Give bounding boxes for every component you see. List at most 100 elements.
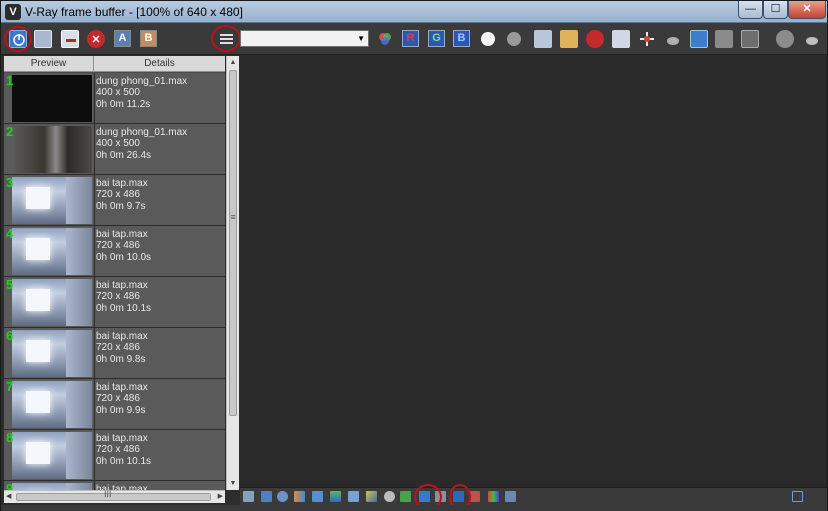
- history-item[interactable]: 5 bai tap.max 720 x 486 0h 0m 10.1s: [4, 277, 225, 328]
- history-item-render-time: 0h 0m 9.8s: [96, 353, 146, 365]
- highlight-circle: [211, 25, 241, 52]
- history-item-number: 6: [6, 328, 14, 343]
- color-channels-icon[interactable]: [376, 30, 394, 48]
- history-item[interactable]: 4 bai tap.max 720 x 486 0h 0m 10.0s: [4, 226, 225, 277]
- save-image-icon[interactable]: [534, 30, 552, 48]
- history-item-details: bai tap.max 720 x 486 0h 0m 9.9s: [96, 382, 148, 416]
- history-item-render-time: 0h 0m 26.4s: [96, 149, 152, 161]
- status-strip: [1, 505, 827, 511]
- x-icon: [92, 35, 100, 43]
- column-divider: [94, 226, 95, 277]
- cross-arrows-icon: [640, 32, 654, 46]
- vfb-settings-icon[interactable]: [715, 30, 733, 48]
- history-item-filename: bai tap.max: [96, 229, 148, 240]
- column-details[interactable]: Details: [94, 56, 225, 72]
- clear-image-icon[interactable]: [586, 30, 604, 48]
- history-item-details: bai tap.max 720 x 486 0h 0m 9.7s: [96, 178, 148, 212]
- crosshair-icon[interactable]: [384, 491, 395, 502]
- open-folder-icon[interactable]: [560, 30, 578, 48]
- compare-b-button[interactable]: B: [140, 30, 157, 47]
- history-item[interactable]: 9 bai tap.max: [4, 481, 225, 490]
- small-arrow-icon[interactable]: [810, 491, 821, 502]
- layers-icon[interactable]: [243, 491, 254, 502]
- scroll-grip-icon: ≡: [230, 212, 236, 222]
- pixel-info-icon[interactable]: [505, 491, 516, 502]
- column-divider: [94, 481, 95, 490]
- lens-effects-icon[interactable]: [741, 30, 759, 48]
- close-button[interactable]: ✕: [788, 1, 826, 19]
- color-correction-icon[interactable]: [294, 491, 305, 502]
- vray-app-icon: V: [5, 4, 21, 20]
- history-item[interactable]: 7 bai tap.max 720 x 486 0h 0m 9.9s: [4, 379, 225, 430]
- history-thumbnail: [12, 228, 92, 275]
- delete-icon[interactable]: [87, 30, 105, 48]
- history-item-resolution: 720 x 486: [96, 393, 140, 405]
- history-item[interactable]: 1 dung phong_01.max 400 x 500 0h 0m 11.2s: [4, 73, 225, 124]
- scroll-right-arrow[interactable]: ▶: [218, 491, 223, 503]
- blue-channel-button[interactable]: B: [453, 30, 470, 47]
- hscroll-thumb[interactable]: [16, 493, 211, 501]
- history-item-resolution: 720 x 486: [96, 342, 140, 354]
- vray-frame-buffer-window: V V-Ray frame buffer - [100% of 640 x 48…: [0, 0, 828, 511]
- history-item-number: 3: [6, 175, 14, 190]
- lut-icon[interactable]: [400, 491, 411, 502]
- rgb-bars-icon[interactable]: [488, 491, 499, 502]
- history-item[interactable]: 2 dung phong_01.max 400 x 500 0h 0m 26.4s: [4, 124, 225, 175]
- maximize-button[interactable]: ☐: [763, 1, 788, 19]
- info-icon[interactable]: [277, 491, 288, 502]
- mono-grey-icon[interactable]: [507, 32, 521, 46]
- render-canvas[interactable]: [240, 56, 827, 487]
- history-item-resolution: 400 x 500: [96, 138, 140, 150]
- highlight-circle: [4, 26, 32, 52]
- history-item-number: 7: [6, 379, 14, 394]
- history-item-filename: dung phong_01.max: [96, 76, 188, 87]
- history-item-render-time: 0h 0m 11.2s: [96, 98, 151, 110]
- arrow-icon: [66, 39, 76, 42]
- sphere-icon[interactable]: [776, 30, 794, 48]
- history-item-number: 9: [6, 481, 14, 490]
- curve-icon[interactable]: [366, 491, 377, 502]
- history-item-resolution: 720 x 486: [96, 189, 140, 201]
- scroll-down-arrow[interactable]: ▼: [227, 477, 239, 490]
- history-item-render-time: 0h 0m 9.7s: [96, 200, 146, 212]
- region-render-icon[interactable]: [690, 30, 708, 48]
- history-thumbnail: [12, 483, 92, 490]
- track-mouse-icon[interactable]: [638, 30, 656, 48]
- teapot-icon[interactable]: [664, 30, 682, 48]
- exposure-icon[interactable]: [312, 491, 323, 502]
- green-channel-button[interactable]: G: [428, 30, 445, 47]
- levels-icon[interactable]: [330, 491, 341, 502]
- scroll-up-arrow[interactable]: ▲: [227, 56, 239, 69]
- alpha-white-icon[interactable]: [481, 32, 495, 46]
- scroll-left-arrow[interactable]: ◀: [6, 491, 11, 503]
- history-item[interactable]: 6 bai tap.max 720 x 486 0h 0m 9.8s: [4, 328, 225, 379]
- history-item-details: bai tap.max 720 x 486 0h 0m 9.8s: [96, 331, 148, 365]
- stamp-icon[interactable]: [261, 491, 272, 502]
- compare-a-button[interactable]: A: [114, 30, 131, 47]
- duplicate-to-max-icon[interactable]: [612, 30, 630, 48]
- histogram-icon[interactable]: [348, 491, 359, 502]
- history-header: Preview Details: [4, 56, 225, 72]
- history-vertical-scrollbar[interactable]: ▲ ≡ ▼: [226, 56, 239, 490]
- history-item-render-time: 0h 0m 9.9s: [96, 404, 146, 416]
- history-thumbnail: [12, 330, 92, 377]
- fit-view-icon[interactable]: [792, 491, 803, 502]
- scroll-thumb[interactable]: [229, 70, 237, 416]
- render-teapot-icon[interactable]: [803, 30, 821, 48]
- history-item[interactable]: 8 bai tap.max 720 x 486 0h 0m 10.1s: [4, 430, 225, 481]
- history-item-filename: bai tap.max: [96, 433, 148, 444]
- load-icon[interactable]: [61, 30, 79, 48]
- history-item[interactable]: 3 bai tap.max 720 x 486 0h 0m 9.7s: [4, 175, 225, 226]
- history-item-number: 8: [6, 430, 14, 445]
- history-item-render-time: 0h 0m 10.1s: [96, 302, 152, 314]
- column-preview[interactable]: Preview: [4, 56, 94, 72]
- history-item-render-time: 0h 0m 10.0s: [96, 251, 152, 263]
- red-channel-button[interactable]: R: [402, 30, 419, 47]
- column-divider: [94, 430, 95, 481]
- history-item-number: 4: [6, 226, 14, 241]
- minimize-button[interactable]: —: [738, 1, 763, 19]
- save-icon[interactable]: [34, 30, 52, 48]
- history-horizontal-scrollbar[interactable]: ◀ III ▶: [4, 489, 225, 503]
- bottom-toolbar: [240, 487, 827, 505]
- render-channel-select[interactable]: ▼: [240, 30, 369, 47]
